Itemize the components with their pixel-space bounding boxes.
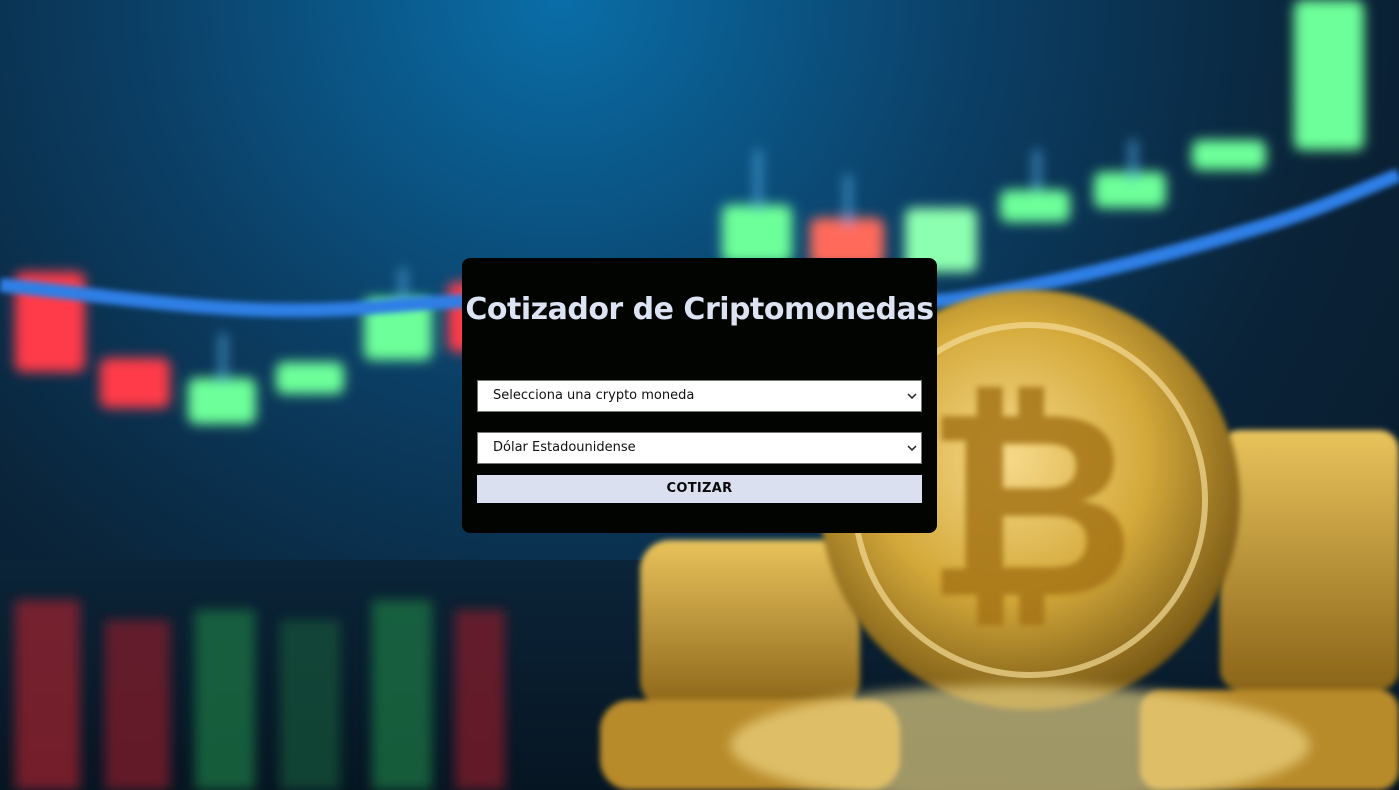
chevron-down-icon (907, 381, 917, 411)
crypto-select[interactable]: Selecciona una crypto moneda (477, 380, 922, 412)
crypto-select-value: Selecciona una crypto moneda (493, 388, 695, 403)
currency-select-value: Dólar Estadounidense (493, 440, 636, 455)
quote-form-card: Cotizador de Criptomonedas Selecciona un… (462, 258, 937, 533)
page-title: Cotizador de Criptomonedas (465, 292, 934, 327)
bitcoin-symbol-icon: ₿ (924, 355, 1136, 657)
quote-button[interactable]: COTIZAR (477, 475, 922, 503)
currency-select[interactable]: Dólar Estadounidense (477, 432, 922, 464)
chevron-down-icon (907, 433, 917, 463)
